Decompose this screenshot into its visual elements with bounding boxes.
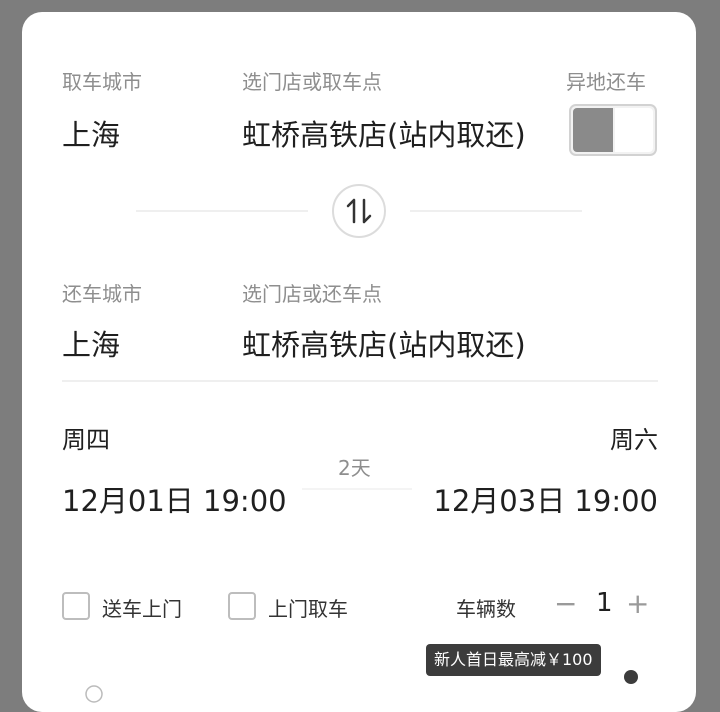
pickup-service-label[interactable]: 上门取车 <box>268 593 348 622</box>
section-divider <box>62 380 658 382</box>
decrement-button[interactable]: − <box>554 587 577 620</box>
one-way-toggle[interactable] <box>569 104 657 156</box>
one-way-label: 异地还车 <box>566 70 646 94</box>
start-weekday: 周四 <box>62 426 110 454</box>
vehicle-count: 1 <box>596 588 613 618</box>
pickup-store[interactable]: 虹桥高铁店(站内取还) <box>242 112 526 154</box>
promo-badge: 新人首日最高减￥100 <box>426 644 601 676</box>
dropoff-city-label: 还车城市 <box>62 282 142 306</box>
vehicle-count-label: 车辆数 <box>456 597 516 621</box>
dropoff-store[interactable]: 虹桥高铁店(站内取还) <box>242 322 526 364</box>
duration-label: 2天 <box>338 456 371 480</box>
end-weekday: 周六 <box>610 426 658 454</box>
search-card: 取车城市 选门店或取车点 异地还车 上海 虹桥高铁店(站内取还) 还车城市 选门… <box>22 12 696 712</box>
delivery-label[interactable]: 送车上门 <box>102 593 182 622</box>
toggle-knob <box>615 108 653 152</box>
dropoff-city[interactable]: 上海 <box>62 322 120 364</box>
pickup-store-label: 选门店或取车点 <box>242 70 382 94</box>
promo-pointer <box>624 670 638 684</box>
increment-button[interactable]: + <box>626 587 649 620</box>
pickup-city[interactable]: 上海 <box>62 112 120 154</box>
toggle-track <box>573 108 613 152</box>
divider-right <box>410 210 582 212</box>
dropoff-store-label: 选门店或还车点 <box>242 282 382 306</box>
swap-button[interactable] <box>332 184 386 238</box>
end-datetime[interactable]: 12月03日 19:00 <box>433 478 658 520</box>
pickup-service-checkbox[interactable] <box>228 592 256 620</box>
start-datetime[interactable]: 12月01日 19:00 <box>62 478 287 520</box>
divider-left <box>136 210 308 212</box>
location-icon <box>85 685 103 703</box>
delivery-checkbox[interactable] <box>62 592 90 620</box>
duration-line <box>302 488 412 490</box>
swap-vertical-icon <box>346 198 372 224</box>
pickup-city-label: 取车城市 <box>62 70 142 94</box>
